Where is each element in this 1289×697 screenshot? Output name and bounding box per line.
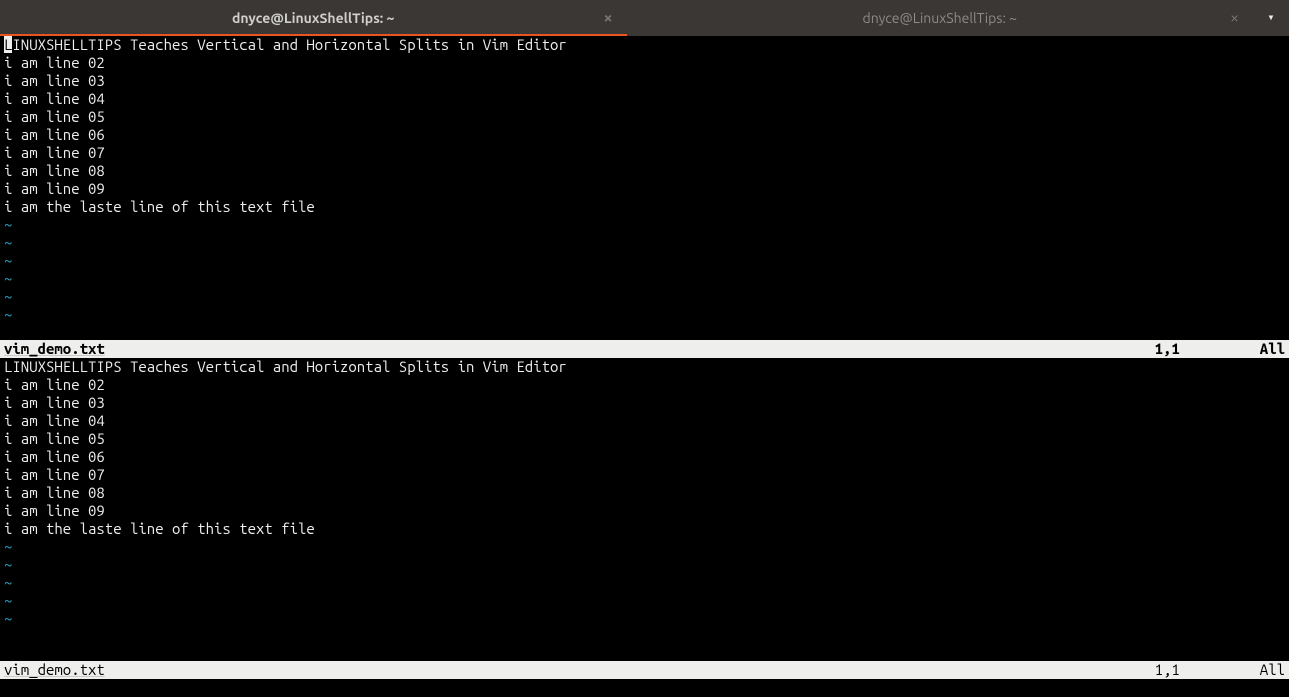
empty-line-tilde: ~ [4,556,1285,574]
empty-line-tilde: ~ [4,610,1285,628]
empty-line-tilde: ~ [4,592,1285,610]
terminal-tab-2[interactable]: dnyce@LinuxShellTips: ~ × [627,0,1254,36]
empty-line-tilde: ~ [4,538,1285,556]
window-titlebar: dnyce@LinuxShellTips: ~ × dnyce@LinuxShe… [0,0,1289,36]
buffer-line: i am line 09 [4,502,1285,520]
buffer-line: i am line 03 [4,394,1285,412]
buffer-line: i am line 07 [4,144,1285,162]
buffer-line: i am line 03 [4,72,1285,90]
vim-pane-top[interactable]: LINUXSHELLTIPS Teaches Vertical and Hori… [0,36,1289,358]
buffer-line: i am line 08 [4,162,1285,180]
empty-line-tilde: ~ [4,270,1285,288]
terminal-tab-1[interactable]: dnyce@LinuxShellTips: ~ × [0,0,627,36]
vim-statusline-top: vim_demo.txt 1,1 All [0,340,1289,358]
buffer-line: LINUXSHELLTIPS Teaches Vertical and Hori… [4,358,1285,376]
buffer-line: i am line 07 [4,466,1285,484]
status-cursor-position: 1,1 [1155,661,1260,679]
buffer-line: i am the laste line of this text file [4,198,1285,216]
tab-title: dnyce@LinuxShellTips: ~ [863,9,1018,27]
status-percent: All [1260,661,1285,679]
buffer-line: i am line 04 [4,412,1285,430]
vim-command-line[interactable]: :split [0,679,1289,697]
cursor: L [4,36,12,53]
buffer-line: i am line 06 [4,448,1285,466]
buffer-line: i am line 09 [4,180,1285,198]
chevron-down-icon: ▾ [1267,9,1274,27]
buffer-line: i am line 05 [4,430,1285,448]
buffer-line: i am line 02 [4,54,1285,72]
buffer-line: i am line 08 [4,484,1285,502]
status-filename: vim_demo.txt [4,661,105,679]
buffer-line: i am line 02 [4,376,1285,394]
status-filename: vim_demo.txt [4,340,105,358]
tab-menu-button[interactable]: ▾ [1253,0,1289,36]
buffer-line: i am line 04 [4,90,1285,108]
buffer-content[interactable]: LINUXSHELLTIPS Teaches Vertical and Hori… [0,36,1289,340]
buffer-line: i am the laste line of this text file [4,520,1285,538]
status-cursor-position: 1,1 [1155,340,1260,358]
empty-line-tilde: ~ [4,288,1285,306]
vim-pane-bottom[interactable]: LINUXSHELLTIPS Teaches Vertical and Hori… [0,358,1289,680]
empty-line-tilde: ~ [4,306,1285,324]
empty-line-tilde: ~ [4,216,1285,234]
empty-line-tilde: ~ [4,234,1285,252]
empty-line-tilde: ~ [4,574,1285,592]
close-icon[interactable]: × [603,9,612,27]
status-percent: All [1260,340,1285,358]
empty-line-tilde: ~ [4,252,1285,270]
buffer-line: i am line 06 [4,126,1285,144]
buffer-content[interactable]: LINUXSHELLTIPS Teaches Vertical and Hori… [0,358,1289,662]
vim-statusline-bottom: vim_demo.txt 1,1 All [0,661,1289,679]
close-icon[interactable]: × [1230,9,1239,27]
buffer-line: i am line 05 [4,108,1285,126]
buffer-line: LINUXSHELLTIPS Teaches Vertical and Hori… [4,36,1285,54]
tab-title: dnyce@LinuxShellTips: ~ [232,9,394,27]
vim-editor: LINUXSHELLTIPS Teaches Vertical and Hori… [0,36,1289,697]
